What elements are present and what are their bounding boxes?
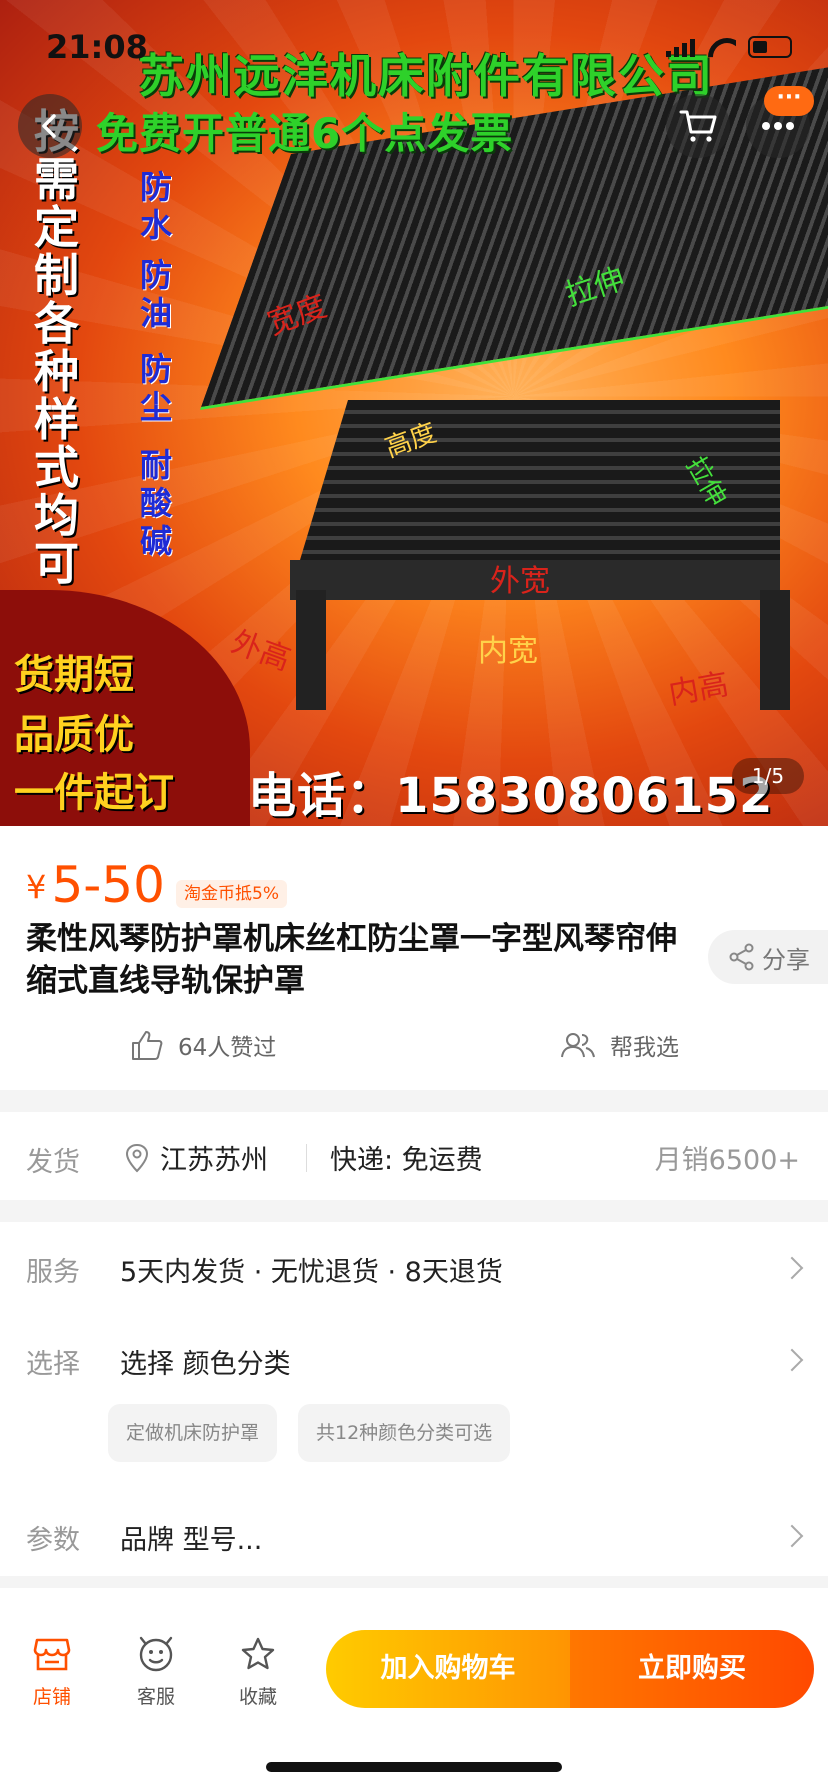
customer-service-label: 客服 [136,1686,175,1708]
chevron-right-icon [780,1256,804,1280]
section-divider [0,1090,828,1112]
cart-button[interactable] [666,94,730,158]
hero-slogan-2: 品质优 [14,712,134,758]
chevron-left-icon [42,114,56,138]
selection-row[interactable]: 选择 选择 颜色分类 [0,1314,828,1404]
hero-feature-1: 防水 [140,168,173,244]
likes-count: 64人赞过 [178,1035,277,1061]
coin-discount-tag: 淘金币抵5% [176,880,287,908]
customer-service-button[interactable]: 客服 [116,1632,196,1709]
service-value: 5天内发货 · 无忧退货 · 8天退货 [120,1257,503,1288]
like-button[interactable]: 64人赞过 [130,1028,276,1062]
label-outer-width: 外宽 [490,564,550,599]
favorite-label: 收藏 [238,1686,277,1708]
shipping-divider [306,1144,307,1172]
back-button[interactable] [18,94,82,158]
customer-service-icon [139,1636,173,1672]
status-time: 21:08 [46,28,148,66]
hero-feature-4: 耐酸碱 [140,446,173,560]
selection-key: 选择 [26,1349,80,1380]
star-icon [241,1637,275,1670]
shopping-cart-icon [679,110,717,142]
product-title: 柔性风琴防护罩机床丝杠防尘罩一字型风琴帘伸缩式直线导轨保护罩 [26,921,677,999]
favorite-button[interactable]: 收藏 [218,1632,298,1709]
battery-icon [748,36,792,58]
monthly-sales: 月销6500+ [654,1145,800,1176]
selection-value: 选择 颜色分类 [120,1349,291,1380]
service-row[interactable]: 服务 5天内发货 · 无忧退货 · 8天退货 [0,1222,828,1312]
price-currency: ¥ [26,868,47,906]
thumbs-up-icon [132,1031,163,1060]
share-button[interactable]: 分享 [708,930,828,984]
people-icon [561,1033,595,1058]
product-price: ¥ 5-50 [26,856,165,914]
price-value: 5-50 [51,856,165,914]
chevron-right-icon [780,1524,804,1548]
hero-slogan-1: 货期短 [14,652,134,698]
carousel-page-indicator: 1/5 [732,758,804,794]
home-indicator [266,1762,562,1772]
shipping-key: 发货 [26,1147,80,1178]
shipping-location: 江苏苏州 [124,1138,268,1177]
store-button[interactable]: 店铺 [12,1632,92,1709]
store-icon [33,1638,71,1671]
hero-phone-number: 电话：15830806152 [248,768,774,824]
hero-feature-2: 防油 [140,256,173,332]
selection-chip[interactable]: 共12种颜色分类可选 [298,1404,511,1462]
selection-chip[interactable]: 定做机床防护罩 [108,1404,278,1462]
share-icon [729,943,754,971]
cellular-signal-icon [666,37,696,57]
share-label: 分享 [762,945,810,974]
help-me-choose-label: 帮我选 [610,1035,679,1061]
shipping-location-text: 江苏苏州 [160,1145,268,1176]
section-divider [0,1200,828,1222]
more-dots-icon [762,122,794,130]
hero-feature-3: 防尘 [140,350,173,426]
params-row[interactable]: 参数 品牌 型号... [0,1490,828,1580]
service-key: 服务 [26,1257,80,1288]
message-badge[interactable]: ··· [764,86,814,116]
bellows-leg-left [296,590,326,710]
add-to-cart-button[interactable]: 加入购物车 [326,1630,570,1708]
chevron-right-icon [780,1348,804,1372]
params-value: 品牌 型号... [120,1525,263,1556]
status-bar: 21:08 [0,0,828,96]
hero-slogan-3: 一件起订 [14,770,174,816]
store-label: 店铺 [32,1686,71,1708]
section-divider [0,1576,828,1588]
shipping-express: 快递: 免运费 [330,1145,483,1176]
params-key: 参数 [26,1525,80,1556]
hero-invoice-text: 免费开普通6个点发票 [96,109,514,158]
wifi-icon [708,36,736,58]
hero-custom-text: 按需定制各种样式均可 [34,108,80,590]
bellows-leg-right [760,590,790,710]
label-inner-width: 内宽 [478,634,538,669]
buy-now-button[interactable]: 立即购买 [570,1630,814,1708]
location-pin-icon [125,1143,149,1172]
help-me-choose-button[interactable]: 帮我选 [560,1028,679,1062]
